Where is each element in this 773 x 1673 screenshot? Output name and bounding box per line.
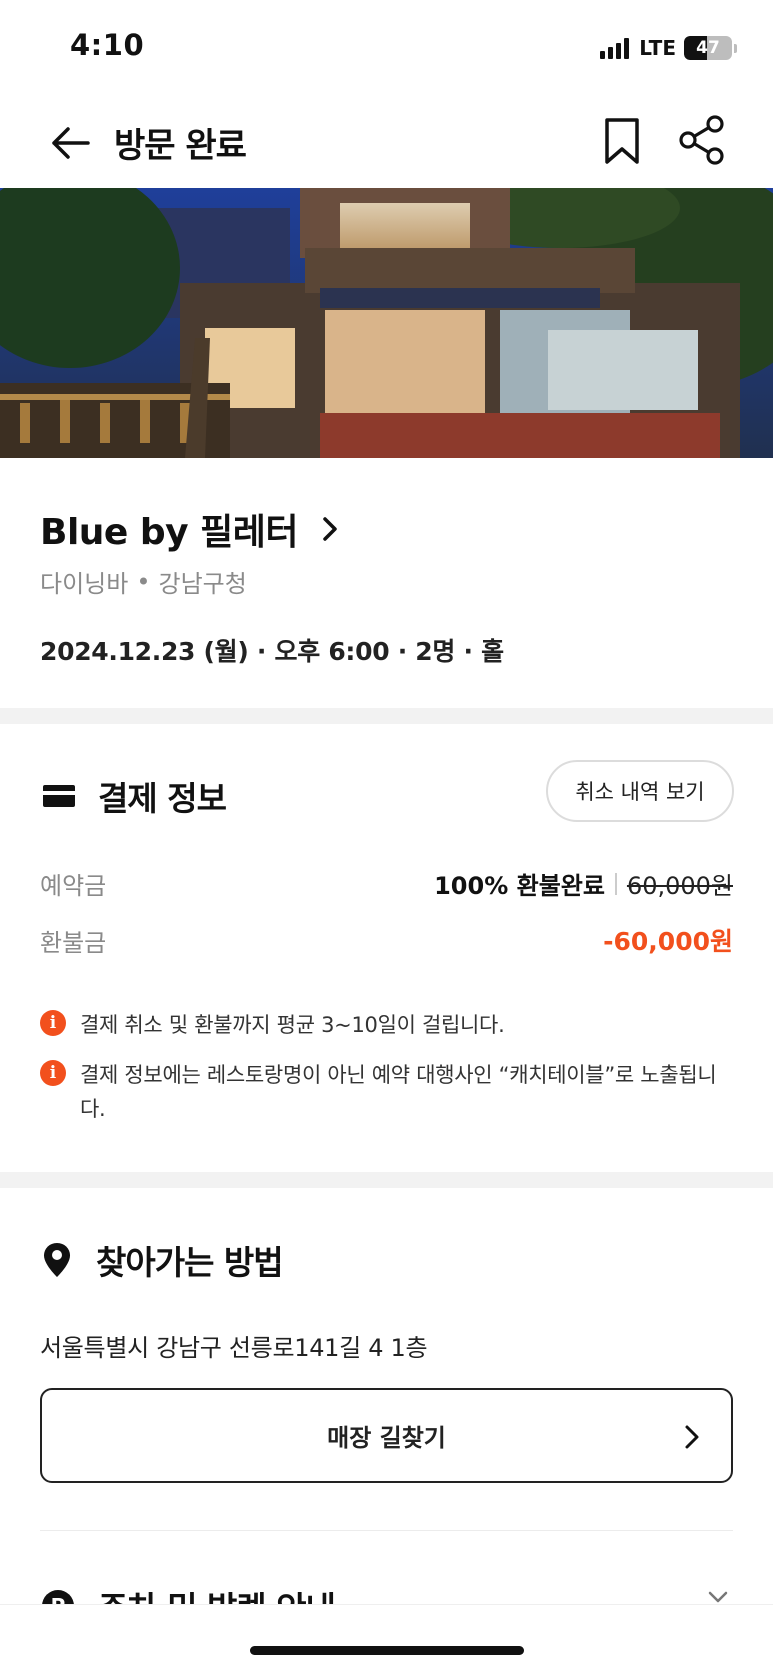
status-indicators: LTE 47 <box>600 36 737 60</box>
battery-level: 47 <box>696 38 720 58</box>
page-title: 방문 완료 <box>114 126 247 166</box>
status-bar: 4:10 LTE 47 <box>0 0 773 100</box>
section-divider <box>0 1172 773 1188</box>
signal-icon <box>600 37 630 59</box>
network-label: LTE <box>639 36 676 60</box>
home-indicator[interactable] <box>250 1646 524 1655</box>
battery-icon: 47 <box>684 36 732 60</box>
deposit-value: 100% 환불완료 60,000원 <box>434 866 733 901</box>
notice-text: 결제 정보에는 레스토랑명이 아닌 예약 대행사인 “캐치테이블”로 노출됩니다… <box>80 1063 717 1121</box>
payment-section-header: 결제 정보 <box>42 772 227 820</box>
refund-amount: -60,000원 <box>603 927 733 956</box>
refund-label: 환불금 <box>40 928 107 957</box>
restaurant-name-link[interactable]: Blue by 필레터 <box>40 503 342 555</box>
section-divider <box>0 708 773 724</box>
deposit-label: 예약금 <box>40 872 107 900</box>
battery-tip <box>734 43 737 53</box>
cancel-history-button[interactable]: 취소 내역 보기 <box>546 760 734 822</box>
notice-item: i 결제 정보에는 레스토랑명이 아닌 예약 대행사인 “캐치테이블”로 노출됩… <box>40 1058 740 1126</box>
share-button[interactable] <box>678 114 726 166</box>
chevron-down-icon <box>708 1591 728 1603</box>
directions-title: 찾아가는 방법 <box>96 1243 284 1282</box>
value-separator <box>614 872 617 895</box>
restaurant-name: Blue by 필레터 <box>40 512 299 553</box>
booking-summary: 2024.12.23 (월) · 오후 6:00 · 2명 · 홀 <box>40 637 504 666</box>
info-icon: i <box>40 1010 66 1036</box>
chevron-right-icon <box>323 517 337 541</box>
deposit-row: 예약금 100% 환불완료 60,000원 <box>40 866 733 901</box>
bookmark-icon <box>605 118 639 164</box>
top-nav: 방문 완료 <box>0 100 773 188</box>
refund-status: 100% 환불완료 <box>434 872 605 900</box>
card-icon <box>43 785 75 807</box>
share-icon <box>679 115 724 165</box>
notice-item: i 결제 취소 및 환불까지 평균 3~10일이 걸립니다. <box>40 1008 740 1042</box>
restaurant-photo-illustration <box>0 188 773 458</box>
restaurant-meta: 다이닝바 • 강남구청 <box>40 564 247 599</box>
payment-title: 결제 정보 <box>98 779 227 818</box>
status-time: 4:10 <box>70 28 145 62</box>
chevron-right-icon <box>685 1425 699 1449</box>
bottom-safe-area <box>0 1604 773 1673</box>
row-divider <box>40 1530 733 1531</box>
restaurant-area: 강남구청 <box>158 570 247 598</box>
refund-row: 환불금 -60,000원 <box>40 922 733 958</box>
bookmark-button[interactable] <box>602 116 642 166</box>
directions-section-header: 찾아가는 방법 <box>42 1236 284 1284</box>
notice-text: 결제 취소 및 환불까지 평균 3~10일이 걸립니다. <box>80 1013 505 1037</box>
find-route-label: 매장 길찾기 <box>327 1424 446 1452</box>
restaurant-category: 다이닝바 <box>40 570 129 598</box>
location-pin-icon <box>44 1243 70 1277</box>
restaurant-photo[interactable] <box>0 188 773 458</box>
find-route-button[interactable]: 매장 길찾기 <box>40 1388 733 1483</box>
meta-separator: • <box>136 567 151 596</box>
arrow-left-icon <box>52 127 90 159</box>
info-icon: i <box>40 1060 66 1086</box>
restaurant-address: 서울특별시 강남구 선릉로141길 4 1층 <box>40 1334 428 1362</box>
back-button[interactable] <box>48 120 94 166</box>
original-price: 60,000원 <box>626 872 733 900</box>
